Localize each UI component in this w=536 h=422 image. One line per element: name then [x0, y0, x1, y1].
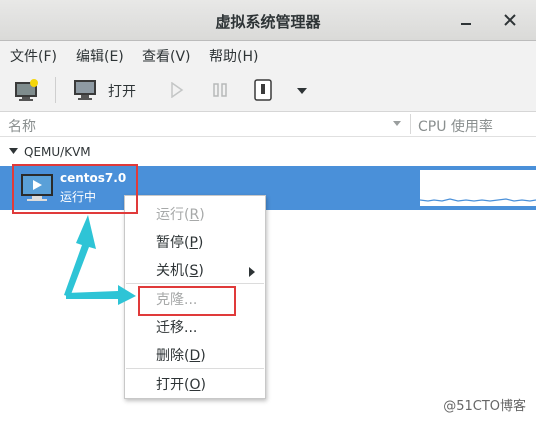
menu-item-shutdown[interactable]: 关机(S): [156, 260, 204, 280]
pause-icon[interactable]: [212, 82, 228, 98]
submenu-arrow-icon: [249, 267, 255, 277]
connection-label: QEMU/KVM: [24, 145, 91, 159]
watermark: @51CTO博客: [443, 399, 526, 414]
menubar: 文件(F) 编辑(E) 查看(V) 帮助(H): [0, 41, 536, 69]
connection-group-row[interactable]: QEMU/KVM: [0, 142, 536, 162]
sort-arrow-icon[interactable]: [392, 120, 402, 127]
annotation-arrows: [64, 215, 136, 305]
minimize-icon[interactable]: [456, 10, 476, 30]
dropdown-arrow-icon[interactable]: [296, 87, 308, 95]
list-header: 名称 CPU 使用率: [0, 112, 536, 137]
toolbar-separator: [55, 77, 56, 103]
menu-item-migrate[interactable]: 迁移...: [156, 317, 197, 337]
menu-item-run[interactable]: 运行(R): [156, 204, 205, 224]
close-icon[interactable]: [500, 10, 520, 30]
toolbar: 打开: [0, 69, 536, 112]
new-vm-icon[interactable]: [14, 78, 40, 102]
menu-file[interactable]: 文件(F): [10, 46, 57, 66]
column-name[interactable]: 名称: [8, 116, 36, 136]
open-button[interactable]: 打开: [108, 81, 136, 101]
menu-edit[interactable]: 编辑(E): [76, 46, 124, 66]
expander-down-icon[interactable]: [9, 148, 18, 155]
window-titlebar: 虚拟系统管理器: [0, 0, 536, 41]
menu-view[interactable]: 查看(V): [142, 46, 191, 66]
menu-item-delete[interactable]: 删除(D): [156, 345, 206, 365]
menu-separator: [126, 283, 264, 284]
menu-item-open[interactable]: 打开(O): [156, 374, 206, 394]
column-cpu-usage[interactable]: CPU 使用率: [418, 116, 493, 136]
menu-item-pause[interactable]: 暂停(P): [156, 232, 203, 252]
annotation-highlight-clone: [138, 286, 236, 316]
monitor-icon[interactable]: [73, 79, 97, 101]
power-icon[interactable]: [254, 79, 272, 101]
play-icon[interactable]: [170, 82, 184, 98]
menu-help[interactable]: 帮助(H): [209, 46, 258, 66]
column-divider: [410, 114, 411, 134]
menu-separator: [126, 368, 264, 369]
cpu-usage-graph: [420, 170, 536, 206]
